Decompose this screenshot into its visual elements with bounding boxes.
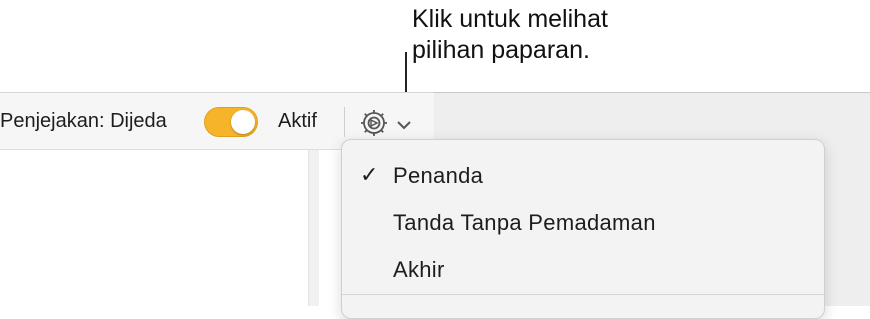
checkmark-icon: ✓ [360, 162, 379, 187]
callout-line-1: Klik untuk melihat [412, 5, 608, 33]
callout-line-2: pilihan paparan. [412, 36, 590, 64]
callout-annotation: Klik untuk melihat pilihan paparan. [412, 4, 608, 66]
view-options-menu: ✓ Penanda Tanda Tanpa Pemadaman Akhir [341, 139, 825, 319]
gutter-divider [434, 92, 870, 93]
menu-item-akhir[interactable]: Akhir [342, 246, 824, 292]
toolbar-separator [344, 107, 345, 137]
tracking-status-label: Penjejakan: Dijeda [0, 110, 167, 132]
pane-divider [308, 150, 319, 306]
view-options-button[interactable] [358, 107, 420, 139]
menu-item-penanda[interactable]: ✓ Penanda [342, 152, 824, 198]
toggle-knob [231, 110, 255, 134]
tracking-state-label: Aktif [278, 110, 317, 132]
menu-item-tanda-tanpa-pemadaman[interactable]: Tanda Tanpa Pemadaman [342, 199, 824, 245]
menu-item-label: Penanda [393, 163, 484, 188]
tracking-toggle[interactable] [204, 107, 258, 137]
menu-item-label: Tanda Tanpa Pemadaman [393, 210, 656, 235]
menu-separator [342, 294, 824, 295]
menu-item-label: Akhir [393, 257, 445, 282]
